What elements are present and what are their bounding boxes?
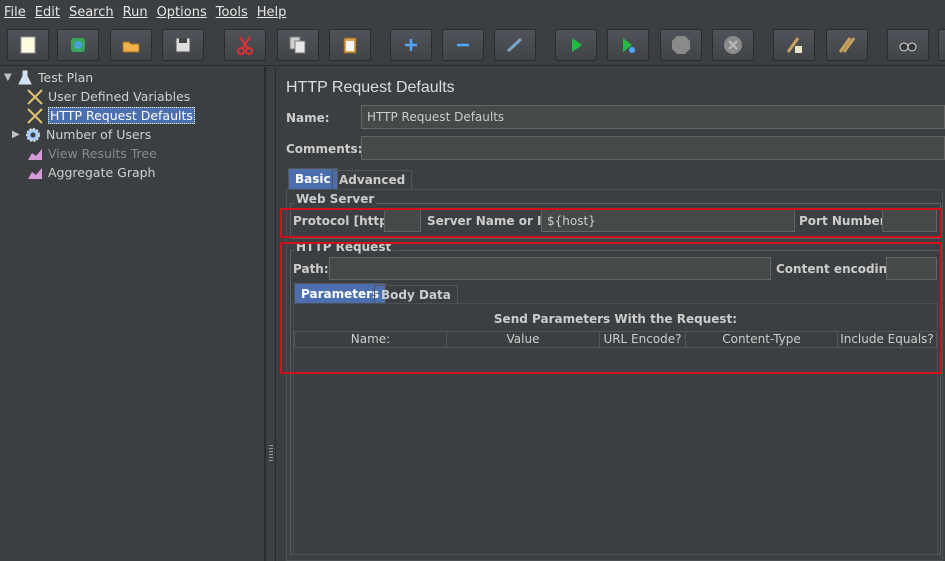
scissors-icon: [237, 36, 253, 55]
graph-icon: [26, 145, 44, 163]
menu-tools[interactable]: Tools: [216, 5, 248, 20]
tree-item-user-defined-variables[interactable]: User Defined Variables: [26, 87, 190, 106]
paste-button[interactable]: [329, 29, 371, 61]
toggle-button[interactable]: [494, 29, 536, 61]
templates-icon: [71, 38, 85, 52]
highlight-web-server: [280, 208, 942, 238]
wand-icon: [506, 37, 523, 53]
page-title: HTTP Request Defaults: [286, 79, 455, 96]
highlight-http-request: [280, 242, 942, 374]
new-button[interactable]: [7, 29, 49, 61]
broom-all-icon: [838, 37, 856, 53]
clear-all-button[interactable]: [826, 29, 868, 61]
tree-item-number-of-users[interactable]: ▶ Number of Users: [12, 125, 151, 144]
comments-label: Comments:: [286, 142, 363, 156]
tree-item-view-results-tree[interactable]: View Results Tree: [26, 144, 157, 163]
gear-icon: [24, 126, 42, 144]
open-button[interactable]: [110, 29, 152, 61]
shutdown-button[interactable]: [712, 29, 754, 61]
save-icon: [175, 37, 191, 53]
tree-item-test-plan[interactable]: ▼ Test Plan: [4, 68, 93, 87]
tree-item-label: View Results Tree: [48, 146, 157, 161]
collapsed-arrow-icon[interactable]: ▶: [12, 129, 24, 140]
copy-icon: [289, 36, 306, 54]
expanded-arrow-icon[interactable]: ▼: [4, 72, 16, 83]
collapse-all-button[interactable]: [442, 29, 484, 61]
clear-button[interactable]: [773, 29, 815, 61]
open-folder-icon: [122, 41, 140, 53]
tree-item-label: User Defined Variables: [48, 89, 191, 104]
tab-advanced[interactable]: Advanced: [332, 170, 413, 189]
menu-bar: File Edit Search Run Options Tools Help: [0, 0, 945, 24]
clipboard-icon: [343, 37, 357, 54]
play-no-pauses-icon: [623, 38, 635, 53]
tree-item-http-request-defaults[interactable]: HTTP Request Defaults: [26, 106, 195, 125]
stop-button[interactable]: [660, 29, 702, 61]
expand-all-button[interactable]: [390, 29, 432, 61]
toolbar: [0, 24, 945, 66]
new-document-icon: [20, 36, 36, 54]
test-plan-tree: ▼ Test Plan User Defined Variables HTTP …: [0, 67, 265, 561]
name-field[interactable]: HTTP Request Defaults: [361, 105, 945, 129]
cut-button[interactable]: [224, 29, 266, 61]
copy-button[interactable]: [277, 29, 319, 61]
menu-edit[interactable]: Edit: [35, 5, 60, 20]
menu-search[interactable]: Search: [69, 5, 114, 20]
tree-item-aggregate-graph[interactable]: Aggregate Graph: [26, 163, 155, 182]
shutdown-icon: [724, 36, 742, 54]
menu-help[interactable]: Help: [257, 5, 287, 20]
flask-icon: [16, 69, 34, 87]
tools-icon: [26, 107, 44, 125]
plus-icon: [405, 39, 417, 51]
tab-basic[interactable]: Basic: [288, 168, 338, 189]
graph-icon: [26, 164, 44, 182]
start-button[interactable]: [555, 29, 597, 61]
menu-options[interactable]: Options: [157, 5, 207, 20]
overflow-button[interactable]: [938, 29, 945, 61]
start-no-pauses-button[interactable]: [607, 29, 649, 61]
splitter-grip-icon[interactable]: [269, 445, 273, 463]
comments-field[interactable]: [361, 136, 945, 160]
web-server-title: Web Server: [294, 192, 377, 206]
minus-icon: [457, 43, 469, 47]
save-button[interactable]: [162, 29, 204, 61]
menu-run[interactable]: Run: [123, 5, 148, 20]
tree-item-label: HTTP Request Defaults: [48, 107, 195, 124]
tree-item-label: Aggregate Graph: [48, 165, 156, 180]
name-label: Name:: [286, 111, 330, 125]
menu-file[interactable]: File: [4, 5, 26, 20]
templates-button[interactable]: [57, 29, 99, 61]
tools-icon: [26, 88, 44, 106]
binoculars-icon: [899, 42, 917, 52]
broom-icon: [786, 37, 802, 53]
tree-item-label: Number of Users: [46, 127, 152, 142]
element-config-panel: HTTP Request Defaults Name: HTTP Request…: [277, 67, 945, 561]
split-pane-divider[interactable]: [265, 67, 276, 561]
play-icon: [572, 38, 582, 52]
search-button[interactable]: [887, 29, 929, 61]
tree-item-label: Test Plan: [38, 70, 94, 85]
stop-icon: [672, 36, 690, 54]
